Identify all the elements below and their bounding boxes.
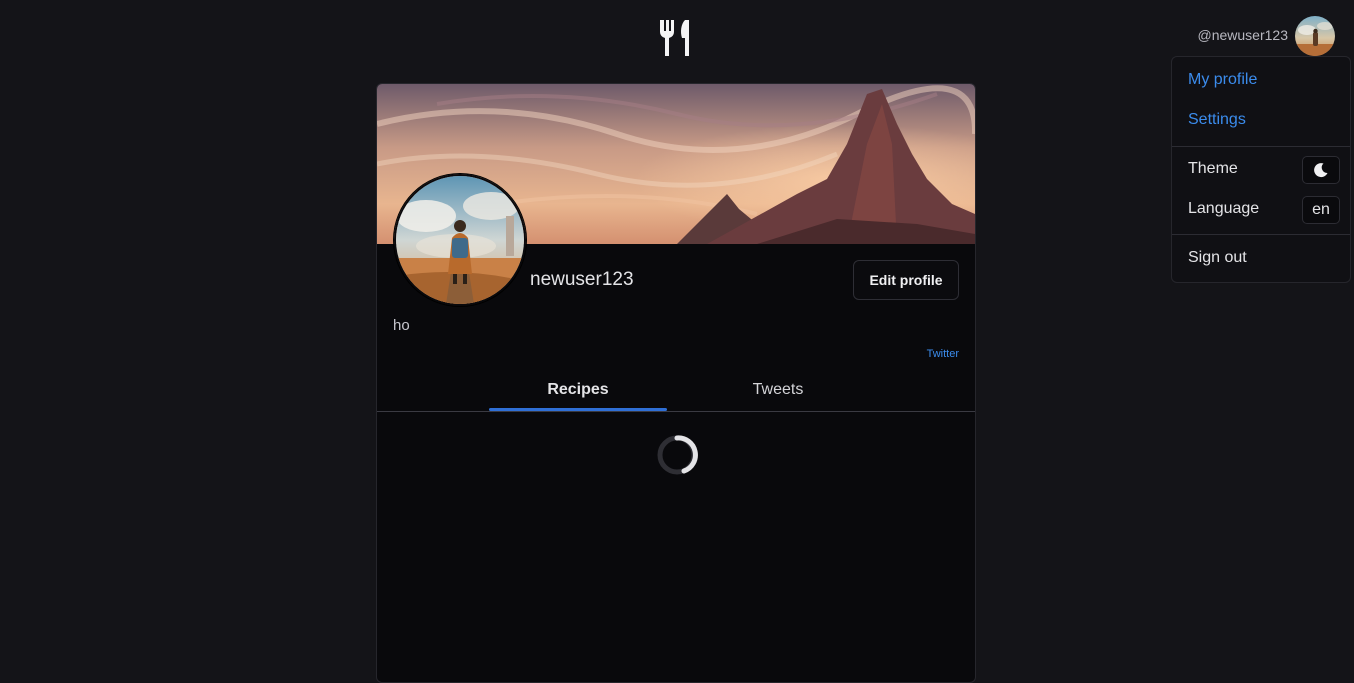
edit-profile-button[interactable]: Edit profile — [853, 260, 959, 300]
menu-divider — [1172, 146, 1350, 147]
tab-recipes[interactable]: Recipes — [489, 381, 667, 399]
profile-card: newuser123 Edit profile ho Twitter Recip… — [376, 83, 976, 683]
language-button[interactable]: en — [1302, 196, 1340, 224]
loading-spinner-icon — [657, 435, 698, 475]
profile-bio: ho — [393, 317, 410, 334]
user-dropdown-menu: My profile Settings Theme Language en Si… — [1171, 56, 1351, 283]
profile-avatar[interactable] — [394, 174, 526, 306]
theme-label: Theme — [1188, 160, 1238, 177]
my-profile-link[interactable]: My profile — [1188, 71, 1257, 89]
language-label: Language — [1188, 200, 1260, 217]
menu-divider — [1172, 234, 1350, 235]
user-handle[interactable]: @newuser123 — [1198, 27, 1289, 43]
avatar[interactable] — [1295, 16, 1335, 56]
moon-icon — [1314, 163, 1328, 178]
tab-divider — [377, 411, 975, 412]
settings-link[interactable]: Settings — [1188, 111, 1246, 129]
sign-out-button[interactable]: Sign out — [1188, 249, 1247, 267]
theme-toggle-button[interactable] — [1302, 156, 1340, 184]
top-bar: @newuser123 — [0, 0, 1354, 70]
tab-tweets[interactable]: Tweets — [689, 381, 867, 399]
fork-knife-icon[interactable] — [657, 18, 695, 58]
twitter-link[interactable]: Twitter — [927, 348, 959, 360]
profile-username: newuser123 — [530, 269, 634, 290]
